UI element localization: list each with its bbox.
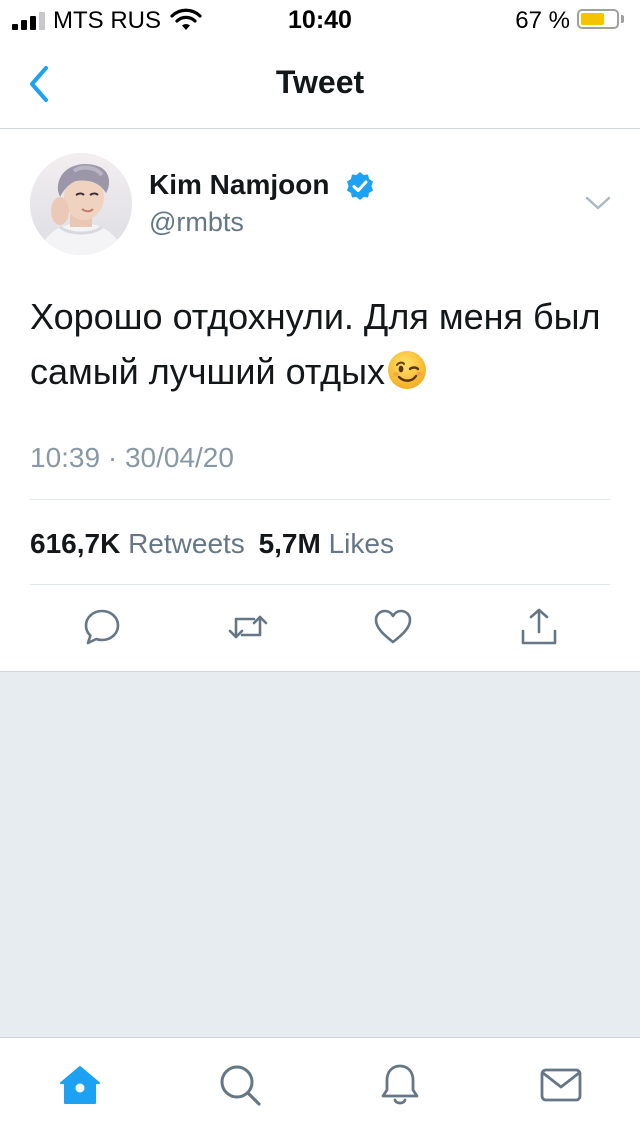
divider xyxy=(30,499,610,500)
search-icon[interactable] xyxy=(217,1062,263,1108)
page-title: Tweet xyxy=(275,64,365,100)
tab-bar xyxy=(0,1037,640,1136)
author-handle[interactable]: @rmbts xyxy=(149,207,244,238)
likes-label[interactable]: Likes xyxy=(329,528,394,559)
retweet-icon[interactable] xyxy=(228,607,268,647)
retweets-label[interactable]: Retweets xyxy=(128,528,245,559)
battery-nub xyxy=(621,15,624,23)
likes-count[interactable]: 5,7M xyxy=(259,528,321,559)
avatar[interactable] xyxy=(30,153,132,255)
divider xyxy=(30,584,610,585)
tweet-stats: 616,7K Retweets 5,7M Likes xyxy=(30,528,400,560)
notifications-icon[interactable] xyxy=(377,1062,423,1108)
navigation-header: Tweet xyxy=(0,40,640,129)
reply-icon[interactable] xyxy=(82,607,122,647)
retweets-count[interactable]: 616,7K xyxy=(30,528,120,559)
winking-face-emoji xyxy=(388,351,427,389)
empty-replies-area xyxy=(0,672,640,1037)
battery-fill xyxy=(581,13,604,25)
messages-icon[interactable] xyxy=(538,1062,584,1108)
chevron-down-icon[interactable] xyxy=(584,193,612,213)
status-bar: MTS RUS 10:40 67 % xyxy=(0,0,640,40)
tweet-detail: Kim Namjoon @rmbts Хорошо отдохнули. Для… xyxy=(0,129,640,672)
home-icon[interactable] xyxy=(57,1062,103,1108)
battery-percentage: 67 % xyxy=(515,7,570,34)
tweet-timestamp: 10:39 · 30/04/20 xyxy=(30,442,234,473)
battery-icon xyxy=(577,9,619,29)
tweet-text: Хорошо отдохнули. Для меня был самый луч… xyxy=(30,289,610,399)
author-name[interactable]: Kim Namjoon xyxy=(149,169,329,201)
like-icon[interactable] xyxy=(373,607,413,647)
tweet-text-content: Хорошо отдохнули. Для меня был самый луч… xyxy=(30,296,601,392)
verified-badge-icon xyxy=(347,172,373,200)
share-icon[interactable] xyxy=(519,607,559,647)
